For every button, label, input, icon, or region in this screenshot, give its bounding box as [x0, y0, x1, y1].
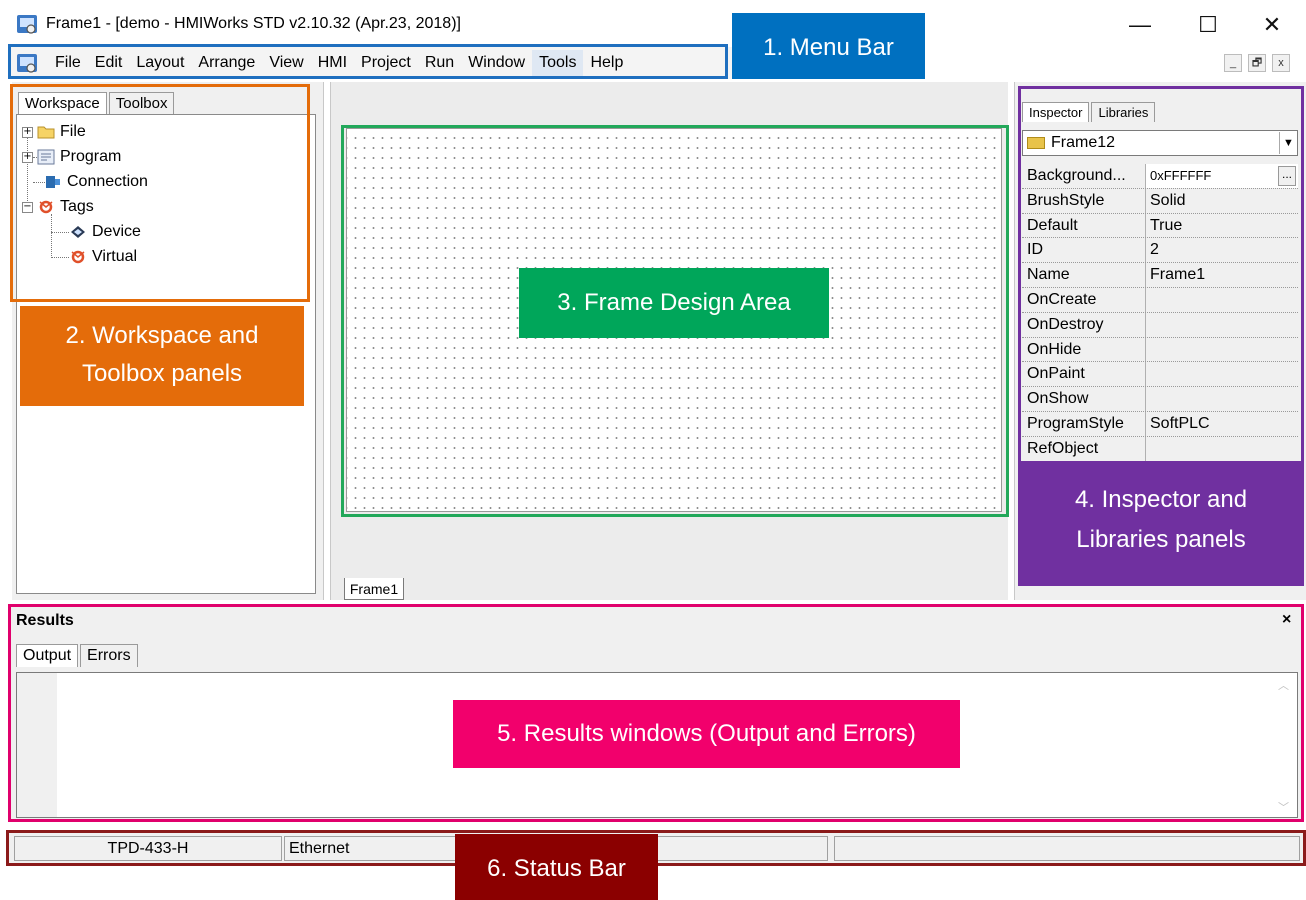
close-button[interactable]: ✕ — [1252, 10, 1292, 40]
callout-line: Toolbox panels — [81, 360, 243, 387]
mdi-minimize-button[interactable]: _ — [1224, 54, 1242, 72]
workspace-highlight-box — [10, 84, 310, 302]
callout-line: 4. Inspector and — [1074, 486, 1248, 513]
mdi-close-button[interactable]: x — [1272, 54, 1290, 72]
frame-callout: 3. Frame Design Area — [519, 268, 829, 338]
window-title: Frame1 - [demo - HMIWorks STD v2.10.32 (… — [46, 15, 461, 32]
inspector-callout: 4. Inspector and Libraries panels — [1018, 464, 1304, 586]
results-callout: 5. Results windows (Output and Errors) — [453, 700, 960, 768]
workspace-callout: 2. Workspace and Toolbox panels — [20, 306, 304, 406]
mdi-controls: _ 🗗 x — [1224, 54, 1290, 72]
tab-frame1[interactable]: Frame1 — [344, 578, 404, 600]
callout-line: 2. Workspace and — [65, 322, 259, 349]
callout-line: Libraries panels — [1076, 526, 1246, 553]
mdi-restore-button[interactable]: 🗗 — [1248, 54, 1266, 72]
menubar-callout: 1. Menu Bar — [732, 13, 925, 79]
minimize-button[interactable]: — — [1120, 10, 1160, 40]
maximize-button[interactable]: ☐ — [1188, 10, 1228, 40]
hmiworks-app-icon — [17, 15, 37, 34]
status-callout: 6. Status Bar — [455, 834, 658, 900]
menubar-highlight-box — [8, 44, 728, 79]
inspector-highlight-box — [1018, 86, 1304, 464]
